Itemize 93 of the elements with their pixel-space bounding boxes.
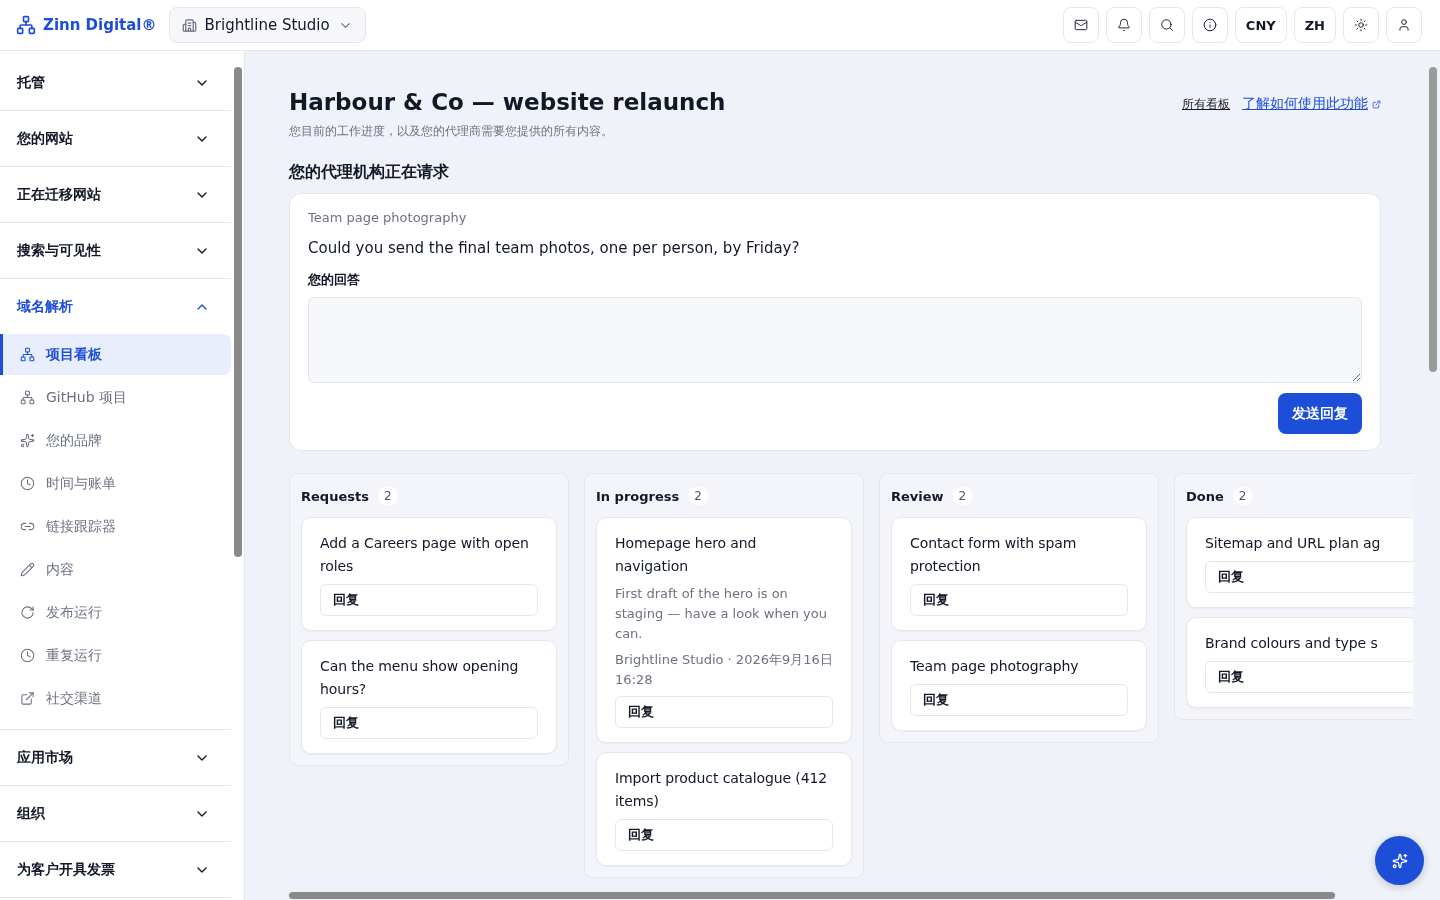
answer-label: 您的回答 <box>308 271 361 289</box>
sidebar-section[interactable]: 为客户开具发票 <box>0 842 228 897</box>
answer-field[interactable] <box>308 297 1362 383</box>
bell-icon <box>1116 18 1131 32</box>
task-card[interactable]: Import product catalogue (412 items) 回复 <box>596 752 852 866</box>
task-card[interactable]: Team page photography 回复 <box>891 640 1147 731</box>
network-icon <box>20 347 35 362</box>
sidebar-item[interactable]: 时间与账单 <box>0 463 231 504</box>
sidebar-item[interactable]: 您的品牌 <box>0 420 231 461</box>
sidebar-item[interactable]: 发布运行 <box>0 592 231 633</box>
mail-icon <box>1073 18 1088 32</box>
scrollbar-thumb[interactable] <box>233 67 242 557</box>
clock-icon <box>20 476 35 491</box>
scrollbar-thumb[interactable] <box>289 891 1335 899</box>
reply-button[interactable]: 回复 <box>615 819 833 851</box>
card-note: First draft of the hero is on staging — have a look when you can. <box>615 585 828 643</box>
card-title: Add a Careers page with open roles <box>320 534 530 576</box>
column-count: 2 <box>1232 487 1253 505</box>
scrollbar-thumb[interactable] <box>1428 67 1437 372</box>
task-card[interactable]: Sitemap and URL plan ag 回复 <box>1186 517 1413 608</box>
bell-button[interactable] <box>1105 7 1142 43</box>
sidebar-section[interactable]: 搜索与可见性 <box>0 223 228 278</box>
column-title: Review <box>891 488 944 504</box>
reply-button[interactable]: 回复 <box>1205 561 1413 593</box>
task-card[interactable]: Brand colours and type s 回复 <box>1186 617 1413 708</box>
column-title: In progress <box>596 488 680 504</box>
sidebar-item[interactable]: 项目看板 <box>0 334 231 375</box>
clock-icon <box>20 648 35 663</box>
page-title: Harbour & Co — website relaunch <box>289 89 726 115</box>
send-reply-button[interactable]: 发送回复 <box>1278 393 1362 434</box>
sun-icon <box>1354 18 1368 32</box>
card-title: Import product catalogue (412 items) <box>615 769 829 811</box>
sidebar-item[interactable]: GitHub 项目 <box>0 377 231 418</box>
sidebar-item[interactable]: 链接跟踪器 <box>0 506 231 547</box>
info-icon <box>1202 18 1217 32</box>
task-card[interactable]: Add a Careers page with open roles 回复 <box>301 517 557 631</box>
building-icon <box>181 17 197 33</box>
brand-name: Zinn Digital® <box>43 16 157 34</box>
help-link[interactable]: 了解如何使用此功能 <box>1242 95 1381 113</box>
mail-button[interactable] <box>1062 7 1099 43</box>
request-topic: Team page photography <box>308 210 468 225</box>
toolbar-button[interactable]: CNY <box>1234 7 1287 43</box>
sidebar-section[interactable]: 组织 <box>0 786 228 841</box>
column-count: 2 <box>377 487 398 505</box>
network-icon <box>20 390 35 405</box>
reply-button[interactable]: 回复 <box>320 584 538 616</box>
sidebar-item[interactable]: 重复运行 <box>0 635 231 676</box>
sidebar-section[interactable]: 托管 <box>0 55 228 110</box>
request-question: Could you send the final team photos, one per person, by Friday? <box>308 239 801 257</box>
search-button[interactable] <box>1148 7 1185 43</box>
toolbar-button[interactable]: ZH <box>1293 7 1336 43</box>
section-heading: 您的代理机构正在请求 <box>289 162 450 183</box>
card-title: Homepage hero and navigation <box>615 534 758 576</box>
reply-button[interactable]: 回复 <box>320 707 538 739</box>
pencil-icon <box>20 562 35 577</box>
card-title: Can the menu show opening hours? <box>320 657 520 699</box>
card-title: Brand colours and type s <box>1205 634 1379 653</box>
card-title: Contact form with spam protection <box>910 534 1078 576</box>
sparkles-icon <box>20 433 35 448</box>
workspace-selector[interactable]: Brightline Studio <box>168 7 366 43</box>
reply-button[interactable]: 回复 <box>1205 661 1413 693</box>
task-card[interactable]: Can the menu show opening hours? 回复 <box>301 640 557 754</box>
task-card[interactable]: Contact form with spam protection 回复 <box>891 517 1147 631</box>
column-count: 2 <box>688 487 708 505</box>
refresh-icon <box>20 605 35 620</box>
assistant-button[interactable] <box>1375 836 1424 885</box>
column-count: 2 <box>952 487 973 505</box>
user-button[interactable] <box>1386 7 1422 43</box>
reply-button[interactable]: 回复 <box>910 684 1128 716</box>
column-title: Done <box>1186 488 1224 504</box>
card-title: Sitemap and URL plan ag <box>1205 534 1382 553</box>
column-title: Requests <box>301 488 369 504</box>
page-subtitle: 您目前的工作进度，以及您的代理商需要您提供的所有内容。 <box>289 123 614 140</box>
task-card[interactable]: Homepage hero and navigation First draft of the hero is on staging — have a look when you can. Brightline Studio · 2026年9月16日 16:28 回复 <box>596 517 852 743</box>
sidebar-item[interactable]: 内容 <box>0 549 231 590</box>
reply-button[interactable]: 回复 <box>910 584 1128 616</box>
sparkles-icon <box>1391 852 1408 869</box>
brand-logo[interactable]: Zinn Digital® <box>16 15 157 35</box>
external-link-icon <box>20 691 35 706</box>
sidebar-section[interactable]: 您的网站 <box>0 111 228 166</box>
network-icon <box>16 15 36 35</box>
sidebar-item[interactable]: 社交渠道 <box>0 678 231 719</box>
info-button[interactable] <box>1191 7 1228 43</box>
sidebar-section[interactable]: 正在迁移网站 <box>0 167 228 222</box>
card-meta: Brightline Studio · 2026年9月16日 16:28 <box>615 651 833 689</box>
user-icon <box>1397 18 1411 32</box>
reply-button[interactable]: 回复 <box>615 696 833 728</box>
card-title: Team page photography <box>910 657 1080 676</box>
search-icon <box>1159 18 1174 32</box>
external-link-icon <box>1372 99 1381 109</box>
sidebar-section[interactable]: 应用市场 <box>0 730 228 785</box>
help-link[interactable]: 所有看板 <box>1182 95 1230 113</box>
sun-button[interactable] <box>1343 7 1379 43</box>
